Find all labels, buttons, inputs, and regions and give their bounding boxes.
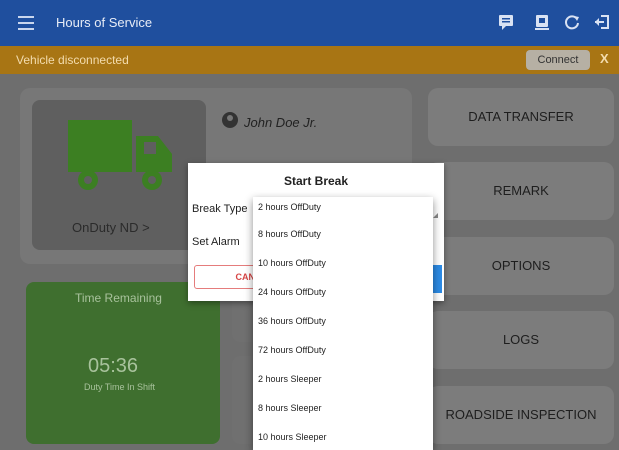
- status-message: Vehicle disconnected: [16, 53, 129, 67]
- logout-icon[interactable]: [592, 13, 612, 33]
- dropdown-option[interactable]: 72 hours OffDuty: [253, 335, 433, 364]
- set-alarm-label: Set Alarm: [192, 236, 240, 248]
- dropdown-option[interactable]: 24 hours OffDuty: [253, 277, 433, 306]
- driver-name: John Doe Jr.: [244, 115, 318, 130]
- break-type-dropdown[interactable]: 2 hours OffDuty 8 hours OffDuty 10 hours…: [253, 197, 433, 450]
- dropdown-option[interactable]: 8 hours OffDuty: [253, 219, 433, 248]
- dropdown-caret-icon[interactable]: [433, 213, 438, 218]
- options-button[interactable]: OPTIONS: [428, 237, 614, 295]
- dismiss-status-button[interactable]: X: [600, 51, 609, 66]
- message-icon[interactable]: [496, 13, 516, 33]
- ok-button[interactable]: [432, 265, 442, 293]
- dropdown-option[interactable]: 2 hours OffDuty: [253, 197, 433, 219]
- device-icon[interactable]: [532, 13, 552, 33]
- connection-status-bar: Vehicle disconnected Connect X: [0, 46, 619, 74]
- menu-icon[interactable]: [18, 16, 34, 30]
- app-bar: Hours of Service: [0, 0, 619, 46]
- time-remaining-value: 05:36: [88, 355, 139, 377]
- dropdown-option[interactable]: 10 hours Sleeper: [253, 423, 433, 450]
- time-remaining-subtitle: Duty Time In Shift: [84, 382, 156, 392]
- data-transfer-button[interactable]: DATA TRANSFER: [428, 88, 614, 146]
- dropdown-option[interactable]: 36 hours OffDuty: [253, 306, 433, 335]
- duty-status-label[interactable]: OnDuty ND >: [72, 220, 150, 235]
- remark-button[interactable]: REMARK: [428, 162, 614, 220]
- dropdown-option[interactable]: 2 hours Sleeper: [253, 364, 433, 393]
- dropdown-option[interactable]: 8 hours Sleeper: [253, 394, 433, 423]
- user-icon: [222, 112, 238, 128]
- dialog-title: Start Break: [283, 174, 349, 188]
- break-type-label: Break Type: [192, 203, 248, 215]
- truck-icon: [68, 120, 172, 190]
- roadside-inspection-button[interactable]: ROADSIDE INSPECTION: [428, 386, 614, 444]
- logs-button[interactable]: LOGS: [428, 311, 614, 369]
- app-title: Hours of Service: [56, 15, 153, 30]
- dropdown-option[interactable]: 10 hours OffDuty: [253, 248, 433, 277]
- refresh-icon[interactable]: [562, 13, 582, 33]
- connect-button[interactable]: Connect: [526, 50, 590, 70]
- time-remaining-title: Time Remaining: [75, 291, 162, 305]
